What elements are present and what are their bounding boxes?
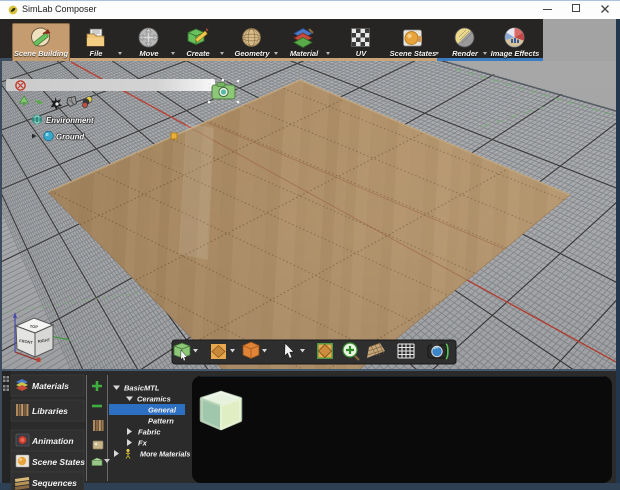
svg-text:Animation: Animation [31,436,74,446]
svg-text:Fabric: Fabric [138,428,161,437]
svg-text:BasicMTL: BasicMTL [124,384,160,393]
svg-text:Environment: Environment [46,116,94,125]
svg-text:Sequences: Sequences [32,478,77,488]
svg-text:Ceramics: Ceramics [137,395,171,404]
svg-text:Scene States: Scene States [32,457,85,467]
svg-text:Pattern: Pattern [148,417,174,426]
svg-text:General: General [148,406,177,415]
svg-text:More Materials: More Materials [140,450,190,459]
svg-text:Libraries: Libraries [32,406,68,416]
svg-text:TOP: TOP [30,324,39,330]
svg-text:Fx: Fx [138,439,148,448]
svg-text:Ground: Ground [56,133,84,142]
svg-text:Materials: Materials [32,381,69,391]
